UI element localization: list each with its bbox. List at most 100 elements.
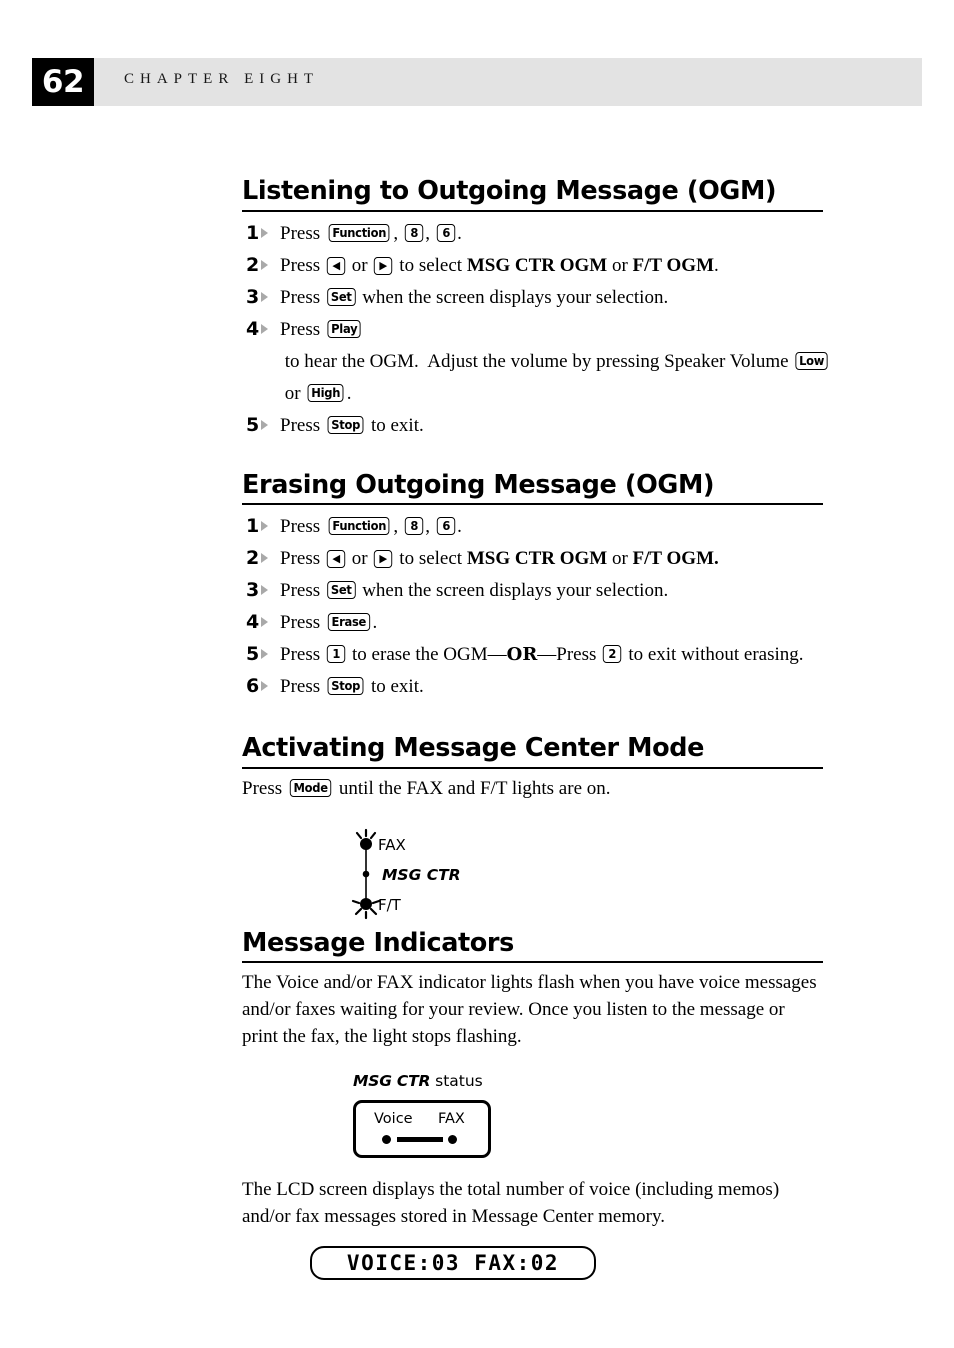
section-activating-message-center-mode: Activating Message Center Mode Press Mod… [242,733,824,920]
key-cap-stop[interactable]: Stop [327,677,364,696]
step-number: 6 [246,671,276,701]
key-cap-low[interactable]: Low [795,351,829,370]
key-cap-left-arrow[interactable]: ◀ [326,550,346,569]
step-text-run: to select [394,548,467,570]
led-indicator-diagram: FAX MSG CTR F/T [351,828,461,919]
step-text-run: until the FAX and F/T lights are on. [334,777,611,799]
step-text-run: Press [280,286,325,308]
step-text-run: , [425,222,435,244]
key-cap-2[interactable]: 2 [602,645,622,664]
step-text-run: to select [394,254,467,276]
step-text-run: to exit. [366,414,424,436]
step-text-run: , [425,516,435,538]
step-arrow-icon [261,617,269,628]
section-message-indicators: Message Indicators The Voice and/or FAX … [242,929,824,1297]
led-label-msg-ctr: MSG CTR [382,866,461,884]
step-number: 1 [246,218,276,248]
step-number: 4 [246,607,276,637]
heading-rule [242,961,823,964]
led-dot-ft [360,897,372,910]
step-text-run: Press [280,414,325,436]
step-item: 3 Press Set when the screen displays your… [242,575,824,607]
key-cap-high[interactable]: High [307,383,345,402]
step-text: Press Erase. [280,607,824,639]
step-number: 5 [246,639,276,669]
step-item: 6 Press Stop to exit. [242,671,824,703]
key-cap-set[interactable]: Set [327,287,356,306]
key-cap-6[interactable]: 6 [436,223,456,242]
key-cap-function[interactable]: Function [328,223,390,242]
emphasis-text: MSG CTR OGM [466,254,608,276]
key-cap-6[interactable]: 6 [436,517,456,536]
step-text: Press Play to hear the OGM. Adjust the v… [280,314,829,410]
step-text: Press Stop to exit. [280,410,824,442]
step-text-run: Press [280,254,325,276]
page-title-activating: Activating Message Center Mode [242,733,705,764]
status-label-fax: FAX [438,1111,465,1128]
page-header: 62 CHAPTER EIGHT [32,58,922,106]
message-indicators-paragraph-1: The Voice and/or FAX indicator lights fl… [242,972,817,1048]
key-cap-left-arrow[interactable]: ◀ [326,256,346,275]
step-text-run: when the screen displays your selection. [357,580,669,602]
step-text-run: , [393,516,403,538]
key-cap-8[interactable]: 8 [404,223,424,242]
message-indicators-paragraph-2: The LCD screen displays the total number… [242,1179,780,1228]
step-text-run: . [372,612,378,634]
step-text-run: or [607,548,633,570]
key-cap-mode[interactable]: Mode [289,778,332,797]
key-cap-right-arrow[interactable]: ▶ [374,256,393,275]
step-text-run: or [347,548,373,570]
key-cap-set[interactable]: Set [327,581,356,600]
step-item: 2 Press ◀ or ▶ to select MSG CTR OGM or F… [242,543,824,575]
step-text-run: Press [280,516,325,538]
msg-ctr-status-panel: Voice FAX [353,1100,491,1159]
emphasis-text: F/T OGM [632,254,715,276]
step-arrow-icon [261,585,269,596]
key-cap-erase[interactable]: Erase [327,613,370,632]
step-number: 3 [246,282,276,312]
key-cap-stop[interactable]: Stop [327,415,364,434]
step-text-run: or [280,382,306,404]
key-cap-1[interactable]: 1 [326,645,346,664]
key-cap-function[interactable]: Function [328,517,390,536]
key-cap-8[interactable]: 8 [404,517,424,536]
step-text-run: to exit. [366,676,424,698]
step-item: 2 Press ◀ or ▶ to select MSG CTR OGM or F… [242,250,824,282]
or-separator: OR [506,644,538,666]
led-label-ft: F/T [378,896,402,914]
step-item: 5 Press 1 to erase the OGM—OR—Press 2 to … [242,639,824,671]
key-cap-play[interactable]: Play [327,319,361,338]
emphasis-text: F/T OGM. [632,548,719,570]
led-rays-fax [355,828,377,839]
step-item: 1 Press Function, 8, 6. [242,218,824,250]
lcd-display-text: VOICE:03 FAX:02 [346,1251,560,1276]
step-item: 4 Press Play to hear the OGM. Adjust the … [242,314,829,410]
step-text: Press Stop to exit. [280,671,824,703]
step-text-run: or [607,254,633,276]
step-item: 1 Press Function, 8, 6. [242,511,824,543]
key-cap-right-arrow[interactable]: ▶ [374,550,393,569]
steps-list-listening: 1 Press Function, 8, 6. 2 Press ◀ or ▶ to s… [242,218,829,442]
step-text-run: to erase the OGM— [347,644,507,666]
step-text: Press Function, 8, 6. [280,511,824,543]
heading-rule [242,503,823,506]
step-item: 5 Press Stop to exit. [242,410,824,442]
step-text-run: to exit without erasing. [623,644,804,666]
page-title-erasing: Erasing Outgoing Message (OGM) [242,469,715,500]
step-arrow-icon [261,323,269,334]
step-text-run: to hear the OGM. Adjust the volume by pr… [280,350,794,372]
step-arrow-icon [261,419,269,430]
step-text-run: or [347,254,373,276]
step-number: 2 [246,543,276,573]
emphasis-text: MSG CTR OGM [466,548,608,570]
step-text: Press Set when the screen displays your … [280,282,824,314]
status-caption-rest: status [430,1072,483,1091]
step-text: Press Function, 8, 6. [280,218,824,250]
step-arrow-icon [261,291,269,302]
heading-rule [242,766,823,769]
section-listening-to-ogm: Listening to Outgoing Message (OGM) 1 Pre… [242,177,829,442]
step-number: 2 [246,250,276,280]
step-arrow-icon [261,259,269,270]
step-number: 5 [246,410,276,440]
step-item: 4 Press Erase. [242,607,824,639]
